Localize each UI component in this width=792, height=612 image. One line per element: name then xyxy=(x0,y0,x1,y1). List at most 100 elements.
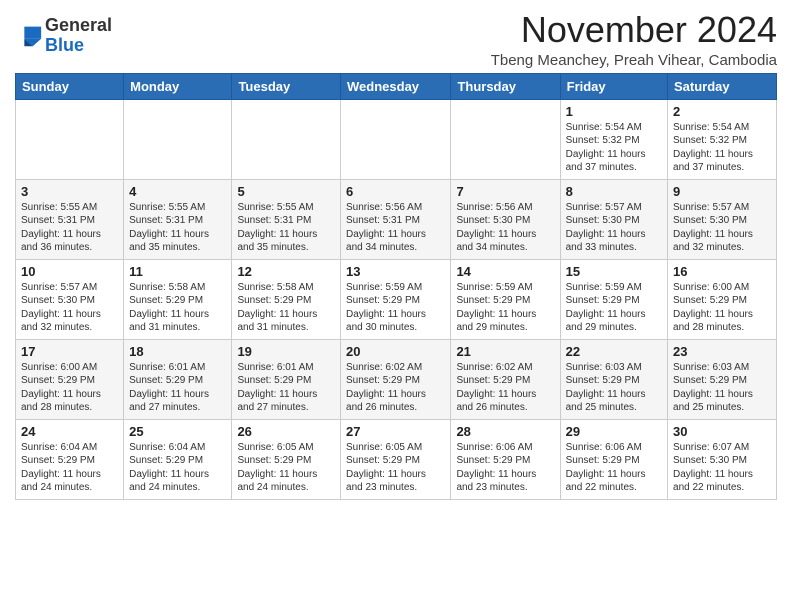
day-info: Sunrise: 5:59 AM Sunset: 5:29 PM Dayligh… xyxy=(456,281,554,335)
day-cell: 29Sunrise: 6:06 AM Sunset: 5:29 PM Dayli… xyxy=(560,419,667,499)
day-number: 21 xyxy=(456,344,554,359)
day-number: 6 xyxy=(346,184,445,199)
day-info: Sunrise: 6:02 AM Sunset: 5:29 PM Dayligh… xyxy=(346,361,445,415)
day-number: 22 xyxy=(566,344,662,359)
column-header-wednesday: Wednesday xyxy=(341,73,451,99)
day-info: Sunrise: 6:05 AM Sunset: 5:29 PM Dayligh… xyxy=(237,441,335,495)
day-number: 7 xyxy=(456,184,554,199)
day-info: Sunrise: 5:57 AM Sunset: 5:30 PM Dayligh… xyxy=(21,281,118,335)
day-cell: 2Sunrise: 5:54 AM Sunset: 5:32 PM Daylig… xyxy=(668,99,777,179)
day-number: 8 xyxy=(566,184,662,199)
day-info: Sunrise: 6:00 AM Sunset: 5:29 PM Dayligh… xyxy=(21,361,118,415)
day-cell: 19 Sunrise: 6:01 AM Sunset: 5:29 PM Dayli… xyxy=(232,339,341,419)
day-info: Sunrise: 6:01 AM Sunset: 5:29 PM Dayligh… xyxy=(237,361,335,415)
day-cell: 27 Sunrise: 6:05 AM Sunset: 5:29 PM Dayli… xyxy=(341,419,451,499)
day-info: Sunrise: 5:58 AM Sunset: 5:29 PM Dayligh… xyxy=(129,281,226,335)
day-number: 4 xyxy=(129,184,226,199)
day-info: Sunrise: 5:55 AM Sunset: 5:31 PM Dayligh… xyxy=(129,201,226,255)
day-info: Sunrise: 6:04 AM Sunset: 5:29 PM Dayligh… xyxy=(21,441,118,495)
day-number: 23 xyxy=(673,344,771,359)
column-header-tuesday: Tuesday xyxy=(232,73,341,99)
day-number: 3 xyxy=(21,184,118,199)
day-info: Sunrise: 6:01 AM Sunset: 5:29 PM Dayligh… xyxy=(129,361,226,415)
day-info: Sunrise: 5:57 AM Sunset: 5:30 PM Dayligh… xyxy=(673,201,771,255)
logo: General Blue xyxy=(15,16,112,56)
day-cell: 22 Sunrise: 6:03 AM Sunset: 5:29 PM Dayli… xyxy=(560,339,667,419)
day-number: 15 xyxy=(566,264,662,279)
column-header-monday: Monday xyxy=(124,73,232,99)
day-number: 14 xyxy=(456,264,554,279)
column-header-sunday: Sunday xyxy=(16,73,124,99)
day-number: 17 xyxy=(21,344,118,359)
day-cell: 18 Sunrise: 6:01 AM Sunset: 5:29 PM Dayli… xyxy=(124,339,232,419)
day-info: Sunrise: 6:02 AM Sunset: 5:29 PM Dayligh… xyxy=(456,361,554,415)
day-cell xyxy=(16,99,124,179)
day-cell: 14 Sunrise: 5:59 AM Sunset: 5:29 PM Dayli… xyxy=(451,259,560,339)
day-info: Sunrise: 5:58 AM Sunset: 5:29 PM Dayligh… xyxy=(237,281,335,335)
month-title: November 2024 xyxy=(491,10,777,50)
day-number: 13 xyxy=(346,264,445,279)
day-cell: 4 Sunrise: 5:55 AM Sunset: 5:31 PM Daylig… xyxy=(124,179,232,259)
day-number: 19 xyxy=(237,344,335,359)
calendar-header: SundayMondayTuesdayWednesdayThursdayFrid… xyxy=(16,73,777,99)
week-row-1: 1 Sunrise: 5:54 AM Sunset: 5:32 PM Daylig… xyxy=(16,99,777,179)
day-cell: 20Sunrise: 6:02 AM Sunset: 5:29 PM Dayli… xyxy=(341,339,451,419)
column-header-friday: Friday xyxy=(560,73,667,99)
day-info: Sunrise: 6:03 AM Sunset: 5:29 PM Dayligh… xyxy=(566,361,662,415)
day-number: 18 xyxy=(129,344,226,359)
day-number: 28 xyxy=(456,424,554,439)
location: Tbeng Meanchey, Preah Vihear, Cambodia xyxy=(491,52,777,69)
column-header-saturday: Saturday xyxy=(668,73,777,99)
day-cell: 12 Sunrise: 5:58 AM Sunset: 5:29 PM Dayli… xyxy=(232,259,341,339)
week-row-5: 24 Sunrise: 6:04 AM Sunset: 5:29 PM Dayli… xyxy=(16,419,777,499)
day-cell xyxy=(451,99,560,179)
day-info: Sunrise: 5:55 AM Sunset: 5:31 PM Dayligh… xyxy=(237,201,335,255)
logo-text: General Blue xyxy=(45,16,112,56)
day-info: Sunrise: 6:06 AM Sunset: 5:29 PM Dayligh… xyxy=(456,441,554,495)
page-header: General Blue November 2024 Tbeng Meanche… xyxy=(15,10,777,69)
day-cell: 16 Sunrise: 6:00 AM Sunset: 5:29 PM Dayli… xyxy=(668,259,777,339)
week-row-4: 17 Sunrise: 6:00 AM Sunset: 5:29 PM Dayli… xyxy=(16,339,777,419)
logo-blue: Blue xyxy=(45,36,112,56)
day-info: Sunrise: 5:56 AM Sunset: 5:31 PM Dayligh… xyxy=(346,201,445,255)
day-cell: 30Sunrise: 6:07 AM Sunset: 5:30 PM Dayli… xyxy=(668,419,777,499)
logo-general: General xyxy=(45,16,112,36)
day-cell: 5Sunrise: 5:55 AM Sunset: 5:31 PM Daylig… xyxy=(232,179,341,259)
day-info: Sunrise: 6:03 AM Sunset: 5:29 PM Dayligh… xyxy=(673,361,771,415)
day-cell: 26Sunrise: 6:05 AM Sunset: 5:29 PM Dayli… xyxy=(232,419,341,499)
day-cell: 21 Sunrise: 6:02 AM Sunset: 5:29 PM Dayli… xyxy=(451,339,560,419)
day-info: Sunrise: 5:56 AM Sunset: 5:30 PM Dayligh… xyxy=(456,201,554,255)
calendar: SundayMondayTuesdayWednesdayThursdayFrid… xyxy=(15,73,777,500)
day-cell: 1 Sunrise: 5:54 AM Sunset: 5:32 PM Daylig… xyxy=(560,99,667,179)
day-cell: 15Sunrise: 5:59 AM Sunset: 5:29 PM Dayli… xyxy=(560,259,667,339)
day-info: Sunrise: 5:57 AM Sunset: 5:30 PM Dayligh… xyxy=(566,201,662,255)
day-number: 16 xyxy=(673,264,771,279)
day-number: 2 xyxy=(673,104,771,119)
day-cell: 9 Sunrise: 5:57 AM Sunset: 5:30 PM Daylig… xyxy=(668,179,777,259)
logo-icon xyxy=(15,22,43,50)
day-number: 12 xyxy=(237,264,335,279)
day-number: 24 xyxy=(21,424,118,439)
day-info: Sunrise: 5:55 AM Sunset: 5:31 PM Dayligh… xyxy=(21,201,118,255)
day-info: Sunrise: 5:54 AM Sunset: 5:32 PM Dayligh… xyxy=(566,121,662,175)
day-info: Sunrise: 6:05 AM Sunset: 5:29 PM Dayligh… xyxy=(346,441,445,495)
day-number: 1 xyxy=(566,104,662,119)
day-number: 10 xyxy=(21,264,118,279)
day-cell: 24 Sunrise: 6:04 AM Sunset: 5:29 PM Dayli… xyxy=(16,419,124,499)
day-number: 27 xyxy=(346,424,445,439)
day-cell xyxy=(341,99,451,179)
day-number: 9 xyxy=(673,184,771,199)
day-info: Sunrise: 6:00 AM Sunset: 5:29 PM Dayligh… xyxy=(673,281,771,335)
day-cell: 8 Sunrise: 5:57 AM Sunset: 5:30 PM Daylig… xyxy=(560,179,667,259)
day-number: 30 xyxy=(673,424,771,439)
day-info: Sunrise: 6:06 AM Sunset: 5:29 PM Dayligh… xyxy=(566,441,662,495)
day-cell: 7 Sunrise: 5:56 AM Sunset: 5:30 PM Daylig… xyxy=(451,179,560,259)
day-number: 25 xyxy=(129,424,226,439)
day-cell: 23 Sunrise: 6:03 AM Sunset: 5:29 PM Dayli… xyxy=(668,339,777,419)
title-section: November 2024 Tbeng Meanchey, Preah Vihe… xyxy=(491,10,777,69)
day-info: Sunrise: 6:04 AM Sunset: 5:29 PM Dayligh… xyxy=(129,441,226,495)
day-cell: 6 Sunrise: 5:56 AM Sunset: 5:31 PM Daylig… xyxy=(341,179,451,259)
day-cell: 3 Sunrise: 5:55 AM Sunset: 5:31 PM Daylig… xyxy=(16,179,124,259)
day-cell xyxy=(124,99,232,179)
day-cell: 13Sunrise: 5:59 AM Sunset: 5:29 PM Dayli… xyxy=(341,259,451,339)
